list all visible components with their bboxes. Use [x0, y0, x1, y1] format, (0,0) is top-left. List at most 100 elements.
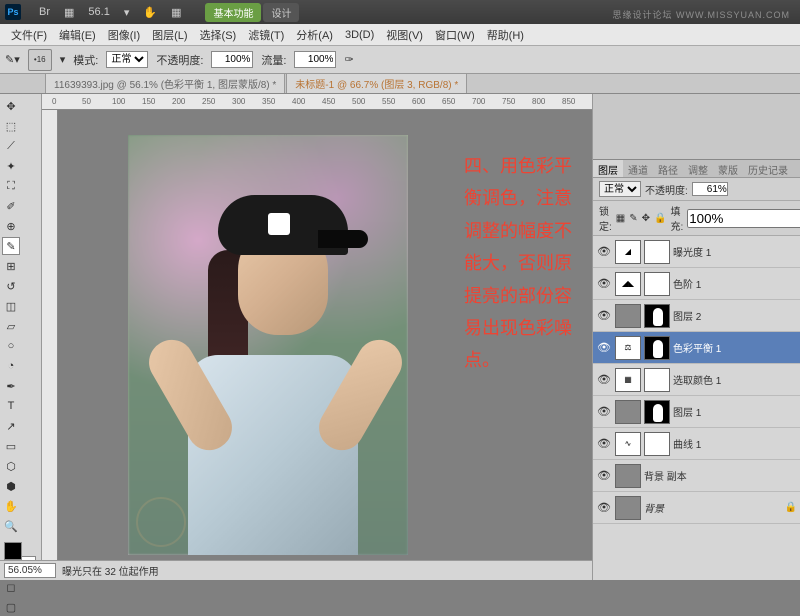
menu-layer[interactable]: 图层(L) [146, 27, 193, 43]
layer-mask-thumb[interactable] [644, 272, 670, 296]
layer-thumb[interactable]: ◢◣ [615, 272, 641, 296]
menu-file[interactable]: 文件(F) [5, 27, 53, 43]
layer-name[interactable]: 色彩平衡 1 [673, 340, 797, 355]
layer-thumb[interactable]: ∿ [615, 432, 641, 456]
tab-channels[interactable]: 通道 [623, 160, 653, 177]
hand-tool[interactable]: ✋ [2, 497, 20, 515]
brush-tool[interactable]: ✎ [2, 237, 20, 255]
layer-mask-thumb[interactable] [644, 432, 670, 456]
lock-brush-icon[interactable]: ✎ [629, 213, 637, 224]
screenmode-icon[interactable]: ▢ [2, 598, 20, 616]
foreground-color[interactable] [4, 542, 22, 560]
quickmask-icon[interactable]: ◻ [2, 578, 20, 596]
tab-paths[interactable]: 路径 [653, 160, 683, 177]
tab-layers[interactable]: 图层 [593, 160, 623, 177]
layer-row[interactable]: 👁∿ 曲线 1 [593, 428, 800, 460]
menu-3d[interactable]: 3D(D) [339, 29, 380, 41]
eyedropper-tool[interactable]: ✐ [2, 197, 20, 215]
brush-panel-icon[interactable]: ▾ [60, 53, 66, 66]
crop-tool[interactable]: ⛶ [2, 177, 20, 195]
blend-mode-select[interactable]: 正常 [599, 181, 641, 197]
visibility-icon[interactable]: 👁 [596, 405, 612, 418]
lock-pixels-icon[interactable]: ▦ [616, 213, 625, 224]
gradient-tool[interactable]: ▱ [2, 317, 20, 335]
layer-row[interactable]: 👁 图层 1 [593, 396, 800, 428]
mb-icon[interactable]: ▦ [60, 5, 78, 20]
blur-tool[interactable]: ○ [2, 337, 20, 355]
layer-mask-thumb[interactable] [644, 400, 670, 424]
menu-image[interactable]: 图像(I) [102, 27, 146, 43]
bridge-icon[interactable]: Br [35, 5, 54, 20]
menu-select[interactable]: 选择(S) [194, 27, 243, 43]
status-zoom[interactable]: 56.05% [4, 563, 56, 578]
visibility-icon[interactable]: 👁 [596, 245, 612, 258]
image-viewport[interactable]: 四、用色彩平衡调色，注意调整的幅度不能大，否则原提亮的部份容易出现色彩噪点。 [58, 110, 592, 580]
layer-mask-thumb[interactable] [644, 368, 670, 392]
layer-name[interactable]: 曝光度 1 [673, 244, 797, 259]
layer-name[interactable]: 曲线 1 [673, 436, 797, 451]
type-tool[interactable]: T [2, 397, 20, 415]
zoom-tool[interactable]: 🔍 [2, 517, 20, 535]
history-brush-tool[interactable]: ↺ [2, 277, 20, 295]
wand-tool[interactable]: ✦ [2, 157, 20, 175]
view-icon[interactable]: ▦ [167, 5, 185, 20]
tab-mask[interactable]: 蒙版 [713, 160, 743, 177]
layer-thumb[interactable] [615, 304, 641, 328]
visibility-icon[interactable]: 👁 [596, 341, 612, 354]
menu-view[interactable]: 视图(V) [380, 27, 429, 43]
menu-window[interactable]: 窗口(W) [429, 27, 481, 43]
layer-name[interactable]: 背景 副本 [644, 468, 797, 483]
visibility-icon[interactable]: 👁 [596, 437, 612, 450]
doc-tab-2[interactable]: 未标题-1 @ 66.7% (图层 3, RGB/8) * [286, 73, 467, 93]
layer-thumb[interactable]: ◢ [615, 240, 641, 264]
heal-tool[interactable]: ⊕ [2, 217, 20, 235]
lock-move-icon[interactable]: ✥ [642, 213, 650, 224]
marquee-tool[interactable]: ⬚ [2, 117, 20, 135]
layer-name[interactable]: 色阶 1 [673, 276, 797, 291]
mode-select[interactable]: 正常 [106, 51, 148, 68]
layer-row[interactable]: 👁 图层 2 [593, 300, 800, 332]
layer-thumb[interactable] [615, 464, 641, 488]
layer-mask-thumb[interactable] [644, 336, 670, 360]
layer-row[interactable]: 👁◢◣ 色阶 1 [593, 268, 800, 300]
layer-row[interactable]: 👁⚖ 色彩平衡 1 [593, 332, 800, 364]
layer-name[interactable]: 背景 [644, 500, 782, 515]
menu-help[interactable]: 帮助(H) [481, 27, 530, 43]
brush-preview[interactable]: •16 [28, 49, 52, 71]
fill-input[interactable] [687, 209, 800, 228]
layer-thumb[interactable]: ▦ [615, 368, 641, 392]
tab-adjust[interactable]: 调整 [683, 160, 713, 177]
zoom-dd-icon[interactable]: ▾ [120, 5, 134, 20]
flow-input[interactable] [294, 51, 336, 68]
visibility-icon[interactable]: 👁 [596, 501, 612, 514]
layer-mask-thumb[interactable] [644, 240, 670, 264]
visibility-icon[interactable]: 👁 [596, 373, 612, 386]
layer-name[interactable]: 图层 1 [673, 404, 797, 419]
visibility-icon[interactable]: 👁 [596, 277, 612, 290]
workspace-design[interactable]: 设计 [263, 3, 299, 22]
move-tool[interactable]: ✥ [2, 97, 20, 115]
path-tool[interactable]: ↗ [2, 417, 20, 435]
layer-thumb[interactable]: ⚖ [615, 336, 641, 360]
layer-row[interactable]: 👁背景🔒 [593, 492, 800, 524]
layer-thumb[interactable] [615, 496, 641, 520]
3d-cam-tool[interactable]: ⬢ [2, 477, 20, 495]
menu-analysis[interactable]: 分析(A) [290, 27, 339, 43]
opacity-input[interactable] [211, 51, 253, 68]
layer-row[interactable]: 👁▦选取颜色 1 [593, 364, 800, 396]
visibility-icon[interactable]: 👁 [596, 309, 612, 322]
stamp-tool[interactable]: ⊞ [2, 257, 20, 275]
layer-mask-thumb[interactable] [644, 304, 670, 328]
3d-tool[interactable]: ⬡ [2, 457, 20, 475]
layer-opacity-input[interactable] [692, 182, 728, 196]
layer-name[interactable]: 图层 2 [673, 308, 797, 323]
visibility-icon[interactable]: 👁 [596, 469, 612, 482]
lasso-tool[interactable]: ⟋ [2, 137, 20, 155]
eraser-tool[interactable]: ◫ [2, 297, 20, 315]
layer-thumb[interactable] [615, 400, 641, 424]
hand-icon[interactable]: ✋ [139, 5, 161, 20]
tool-preset-icon[interactable]: ✎▾ [5, 53, 20, 66]
shape-tool[interactable]: ▭ [2, 437, 20, 455]
menu-edit[interactable]: 编辑(E) [53, 27, 102, 43]
airbrush-icon[interactable]: ✑ [344, 53, 353, 66]
